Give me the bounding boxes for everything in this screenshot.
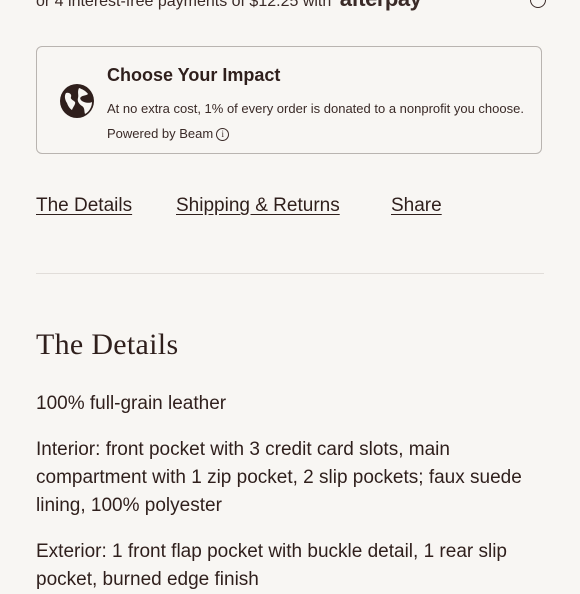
afterpay-logo: afterpay bbox=[340, 0, 422, 11]
tab-shipping-returns[interactable]: Shipping & Returns bbox=[176, 195, 340, 217]
afterpay-info-icon[interactable] bbox=[530, 0, 546, 8]
impact-description-text: At no extra cost, 1% of every order is d… bbox=[107, 101, 524, 141]
details-section-title: The Details bbox=[36, 328, 179, 361]
tab-share[interactable]: Share bbox=[391, 195, 442, 217]
tab-the-details[interactable]: The Details bbox=[36, 195, 132, 217]
detail-paragraph-exterior: Exterior: 1 front flap pocket with buckl… bbox=[36, 541, 508, 590]
choose-impact-card[interactable]: Choose Your Impact At no extra cost, 1% … bbox=[36, 46, 542, 154]
impact-title: Choose Your Impact bbox=[107, 65, 281, 85]
detail-paragraph-material: 100% full-grain leather bbox=[36, 393, 227, 414]
detail-paragraph-interior: Interior: front pocket with 3 credit car… bbox=[36, 439, 522, 516]
afterpay-text: or 4 interest-free payments of $12.25 wi… bbox=[36, 0, 332, 10]
globe-icon bbox=[60, 84, 94, 118]
divider bbox=[36, 273, 544, 274]
info-icon[interactable]: i bbox=[216, 128, 230, 141]
impact-description: At no extra cost, 1% of every order is d… bbox=[107, 96, 527, 146]
afterpay-installment-line: or 4 interest-free payments of $12.25 wi… bbox=[36, 0, 556, 12]
